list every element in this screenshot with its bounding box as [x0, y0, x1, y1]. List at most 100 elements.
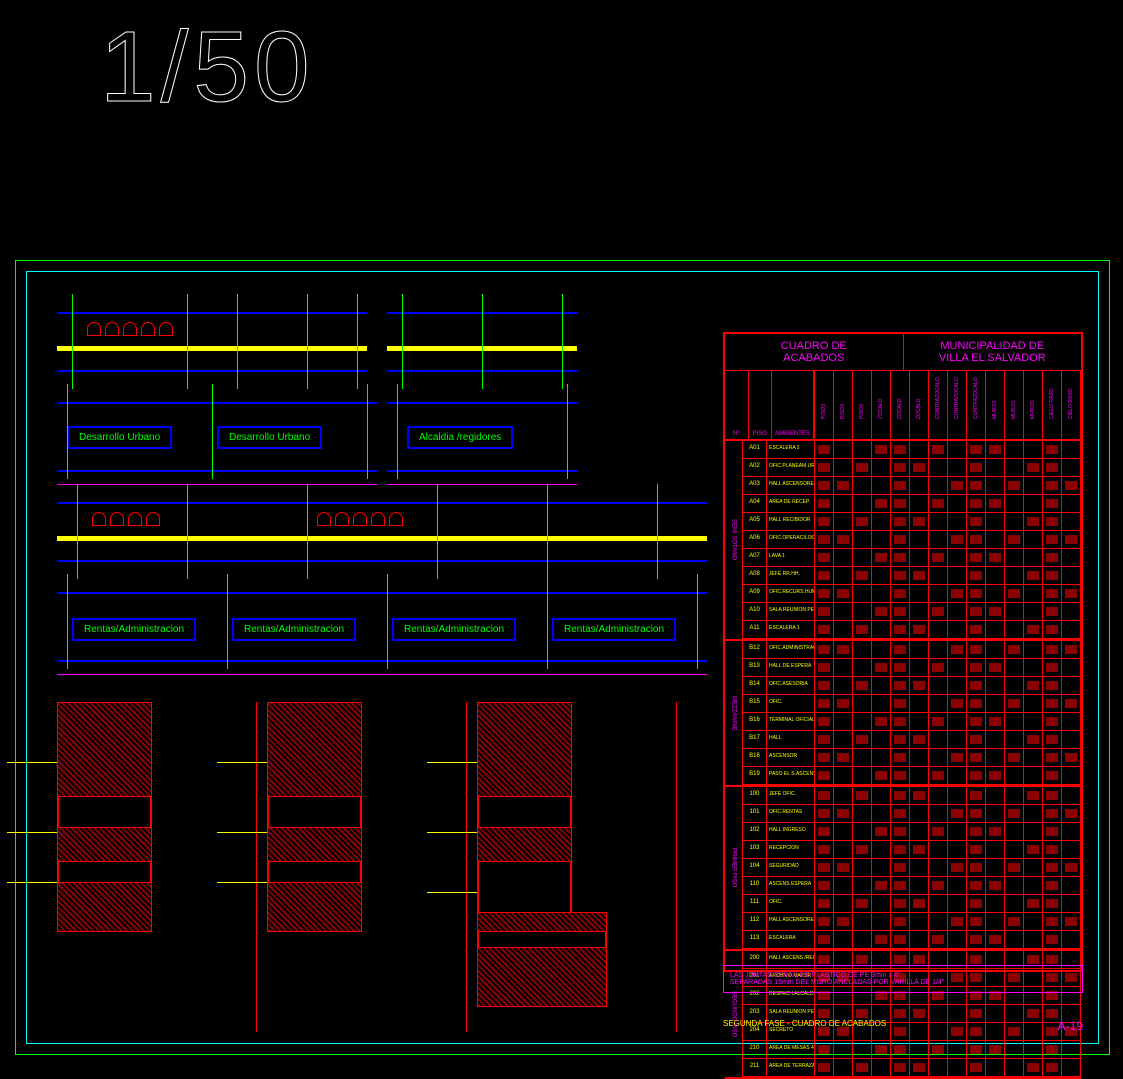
cell	[967, 567, 986, 584]
cell	[891, 659, 910, 676]
col-hdr: CONTRAZOCALO	[948, 371, 967, 439]
cell	[986, 787, 1005, 804]
cell	[834, 1059, 853, 1076]
cell	[853, 641, 872, 658]
row-code: 211	[743, 1059, 767, 1076]
cell	[872, 767, 891, 784]
cell	[834, 1041, 853, 1058]
row-ambiente: OFIC.	[767, 895, 815, 912]
cell	[948, 841, 967, 858]
cell	[929, 895, 948, 912]
row-ambiente: AREA DE TERRAZA 5	[767, 1059, 815, 1076]
cell	[948, 621, 967, 638]
cell	[1024, 913, 1043, 930]
cell	[834, 495, 853, 512]
cell	[967, 877, 986, 894]
cell	[853, 877, 872, 894]
cell	[910, 513, 929, 530]
cell	[1043, 495, 1062, 512]
cell	[948, 913, 967, 930]
cell	[929, 731, 948, 748]
cell	[1005, 531, 1024, 548]
row-cells	[815, 877, 1081, 894]
cell	[1062, 441, 1081, 458]
row-ambiente: PASO EL S.ASCENSORES	[767, 767, 815, 784]
cell	[834, 477, 853, 494]
cell	[1005, 859, 1024, 876]
row-code: A06	[743, 531, 767, 548]
cell	[929, 441, 948, 458]
row-cells	[815, 477, 1081, 494]
cell	[815, 823, 834, 840]
cell	[986, 1059, 1005, 1076]
table-row: B15OFIC.	[743, 695, 1081, 713]
cell	[967, 1041, 986, 1058]
row-ambiente: OFIC.ADMINISTRAC.	[767, 641, 815, 658]
cell	[1043, 841, 1062, 858]
cell	[872, 859, 891, 876]
row-code: 113	[743, 931, 767, 948]
cell	[872, 731, 891, 748]
cell	[1062, 549, 1081, 566]
cell	[891, 731, 910, 748]
cell	[967, 787, 986, 804]
cell	[986, 805, 1005, 822]
cell	[1062, 749, 1081, 766]
row-ambiente: OFIC.ASESORIA	[767, 677, 815, 694]
cell	[1005, 567, 1024, 584]
cell	[834, 823, 853, 840]
cell	[853, 585, 872, 602]
cell	[986, 459, 1005, 476]
cell	[910, 895, 929, 912]
cell	[1005, 695, 1024, 712]
cell	[853, 895, 872, 912]
cell	[815, 913, 834, 930]
row-cells	[815, 441, 1081, 458]
wall-detail-1: DETALLE DETALLE DETALLE	[57, 702, 227, 1032]
cell	[910, 441, 929, 458]
cell	[1024, 749, 1043, 766]
row-code: B13	[743, 659, 767, 676]
cell	[1062, 713, 1081, 730]
cell	[948, 1041, 967, 1058]
cell	[1043, 787, 1062, 804]
cell	[872, 895, 891, 912]
table-row: A01ESCALERA 2	[743, 441, 1081, 459]
cell	[815, 695, 834, 712]
cell	[948, 495, 967, 512]
cell	[948, 603, 967, 620]
cell	[834, 677, 853, 694]
cell	[1062, 913, 1081, 930]
cell	[853, 603, 872, 620]
cell	[948, 895, 967, 912]
row-code: 112	[743, 913, 767, 930]
cell	[1005, 477, 1024, 494]
row-ambiente: OFIC.RECURS.HUM.	[767, 585, 815, 602]
cell	[948, 713, 967, 730]
row-cells	[815, 603, 1081, 620]
cell	[929, 823, 948, 840]
table-row: 102HALL INGRESO	[743, 823, 1081, 841]
cell	[1043, 767, 1062, 784]
sheet-id: A-19	[1058, 1019, 1083, 1033]
cell	[986, 731, 1005, 748]
cell	[853, 913, 872, 930]
cell	[1024, 477, 1043, 494]
label-alcaldia: Alcaldia /regidores	[407, 426, 513, 449]
cell	[891, 441, 910, 458]
cell	[853, 659, 872, 676]
cell	[986, 767, 1005, 784]
cell	[891, 513, 910, 530]
cell	[834, 695, 853, 712]
cell	[1062, 677, 1081, 694]
cell	[872, 823, 891, 840]
cell	[853, 931, 872, 948]
cell	[910, 495, 929, 512]
cell	[967, 859, 986, 876]
row-ambiente: OFIC.PLANEAM.URBANO	[767, 459, 815, 476]
cell	[967, 805, 986, 822]
section-elev-desarrollo: Desarrollo Urbano Desarrollo Urbano	[57, 402, 377, 472]
cell	[815, 731, 834, 748]
row-code: 104	[743, 859, 767, 876]
row-code: B18	[743, 749, 767, 766]
